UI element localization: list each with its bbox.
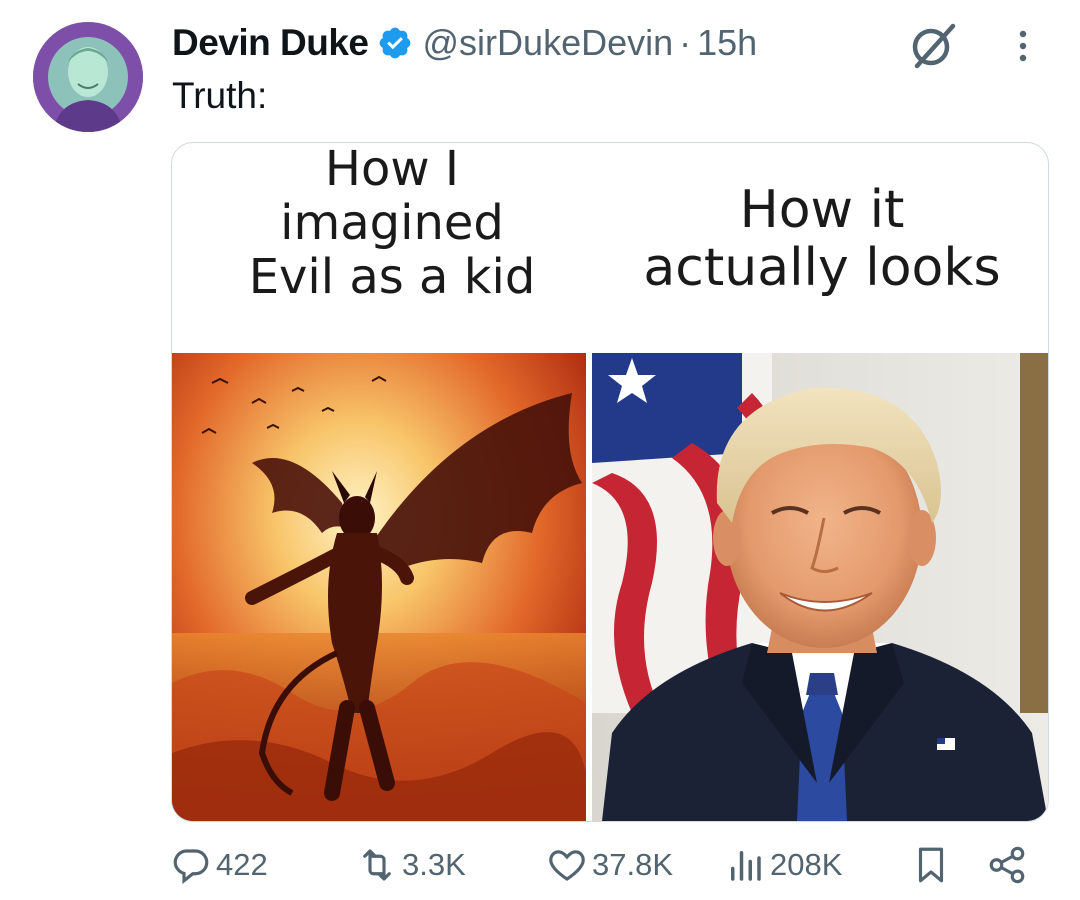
bookmark-button[interactable] bbox=[910, 844, 956, 886]
tweet-action-bar: 422 3.3K 37.8K 208K bbox=[0, 838, 1080, 898]
meme-left-caption: How I imagined Evil as a kid bbox=[212, 143, 572, 304]
reply-icon bbox=[173, 849, 209, 885]
author-display-name[interactable]: Devin Duke bbox=[172, 22, 369, 64]
meme-left-caption-line: imagined bbox=[280, 194, 504, 251]
like-button[interactable]: 37.8K bbox=[546, 844, 673, 886]
avatar[interactable] bbox=[33, 22, 143, 132]
reply-count: 422 bbox=[216, 847, 268, 882]
tweet-text: Truth: bbox=[172, 75, 268, 116]
meme-right-caption-line: actually looks bbox=[643, 238, 1001, 299]
meme-left-caption-line: Evil as a kid bbox=[248, 248, 536, 305]
views-count: 208K bbox=[770, 847, 843, 882]
meme-right-caption: How it actually looks bbox=[592, 180, 1048, 299]
repost-button[interactable]: 3.3K bbox=[356, 844, 466, 886]
views-chart-icon bbox=[731, 851, 761, 881]
meme-demon-image bbox=[172, 353, 586, 821]
share-button[interactable] bbox=[986, 844, 1032, 886]
share-icon bbox=[989, 846, 1025, 884]
meme-right-caption-line: How it bbox=[739, 180, 905, 240]
verified-badge-icon[interactable] bbox=[377, 25, 413, 61]
reply-button[interactable]: 422 bbox=[170, 844, 268, 886]
grok-icon[interactable] bbox=[905, 18, 959, 72]
avatar-photo bbox=[33, 22, 143, 132]
meme-portrait-image bbox=[592, 353, 1048, 821]
header-separator: · bbox=[679, 22, 692, 63]
repost-count: 3.3K bbox=[402, 847, 466, 882]
repost-icon bbox=[363, 849, 391, 881]
meme-left-caption-line: How I bbox=[324, 142, 460, 197]
tweet-media[interactable]: How I imagined Evil as a kid How it actu… bbox=[171, 142, 1049, 822]
bookmark-icon bbox=[918, 847, 944, 883]
more-vertical-icon[interactable] bbox=[1008, 24, 1038, 68]
tweet-header: Devin Duke @sirDukeDevin · 15h bbox=[172, 18, 757, 68]
views-button[interactable]: 208K bbox=[724, 844, 842, 886]
heart-icon bbox=[549, 850, 585, 881]
author-handle[interactable]: @sirDukeDevin bbox=[423, 22, 674, 64]
like-count: 37.8K bbox=[592, 847, 674, 882]
tweet-timestamp[interactable]: 15h bbox=[697, 22, 757, 64]
